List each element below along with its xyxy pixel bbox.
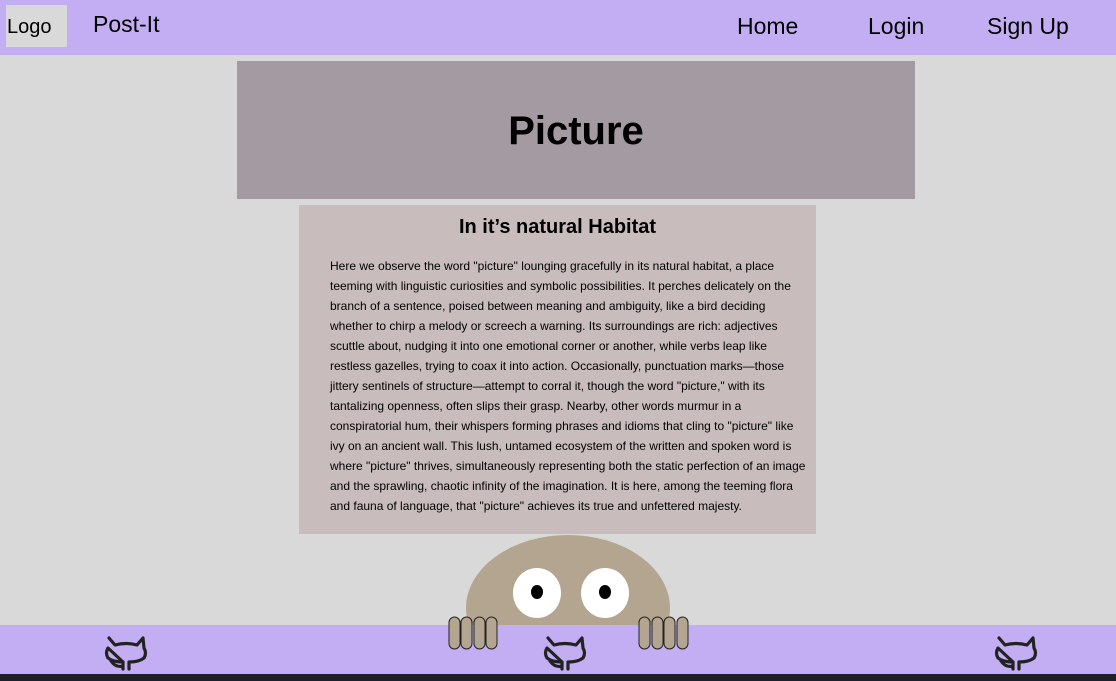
brand-link[interactable]: Post-It	[93, 11, 159, 38]
github-icon[interactable]	[991, 631, 1041, 671]
mascot-eye-left	[513, 568, 561, 618]
github-icon[interactable]	[101, 631, 151, 671]
nav-signup-link[interactable]: Sign Up	[987, 13, 1069, 40]
github-icon[interactable]	[540, 631, 590, 671]
nav-login-link[interactable]: Login	[868, 13, 924, 40]
card-body: Here we observe the word "picture" loung…	[330, 259, 806, 513]
logo[interactable]: Logo	[6, 5, 67, 47]
nav-home-link[interactable]: Home	[737, 13, 798, 40]
bottom-strip	[0, 674, 1116, 681]
mascot-pupil-right	[599, 585, 611, 599]
mascot-pupil-left	[531, 585, 543, 599]
top-navbar: Logo Post-It Home Login Sign Up	[0, 0, 1116, 55]
mascot-eye-right	[581, 568, 629, 618]
habitat-card: In it’s natural Habitat Here we observe …	[299, 205, 816, 534]
page-title: Picture	[508, 109, 644, 153]
picture-hero: Picture	[237, 61, 915, 199]
card-title: In it’s natural Habitat	[458, 216, 657, 238]
